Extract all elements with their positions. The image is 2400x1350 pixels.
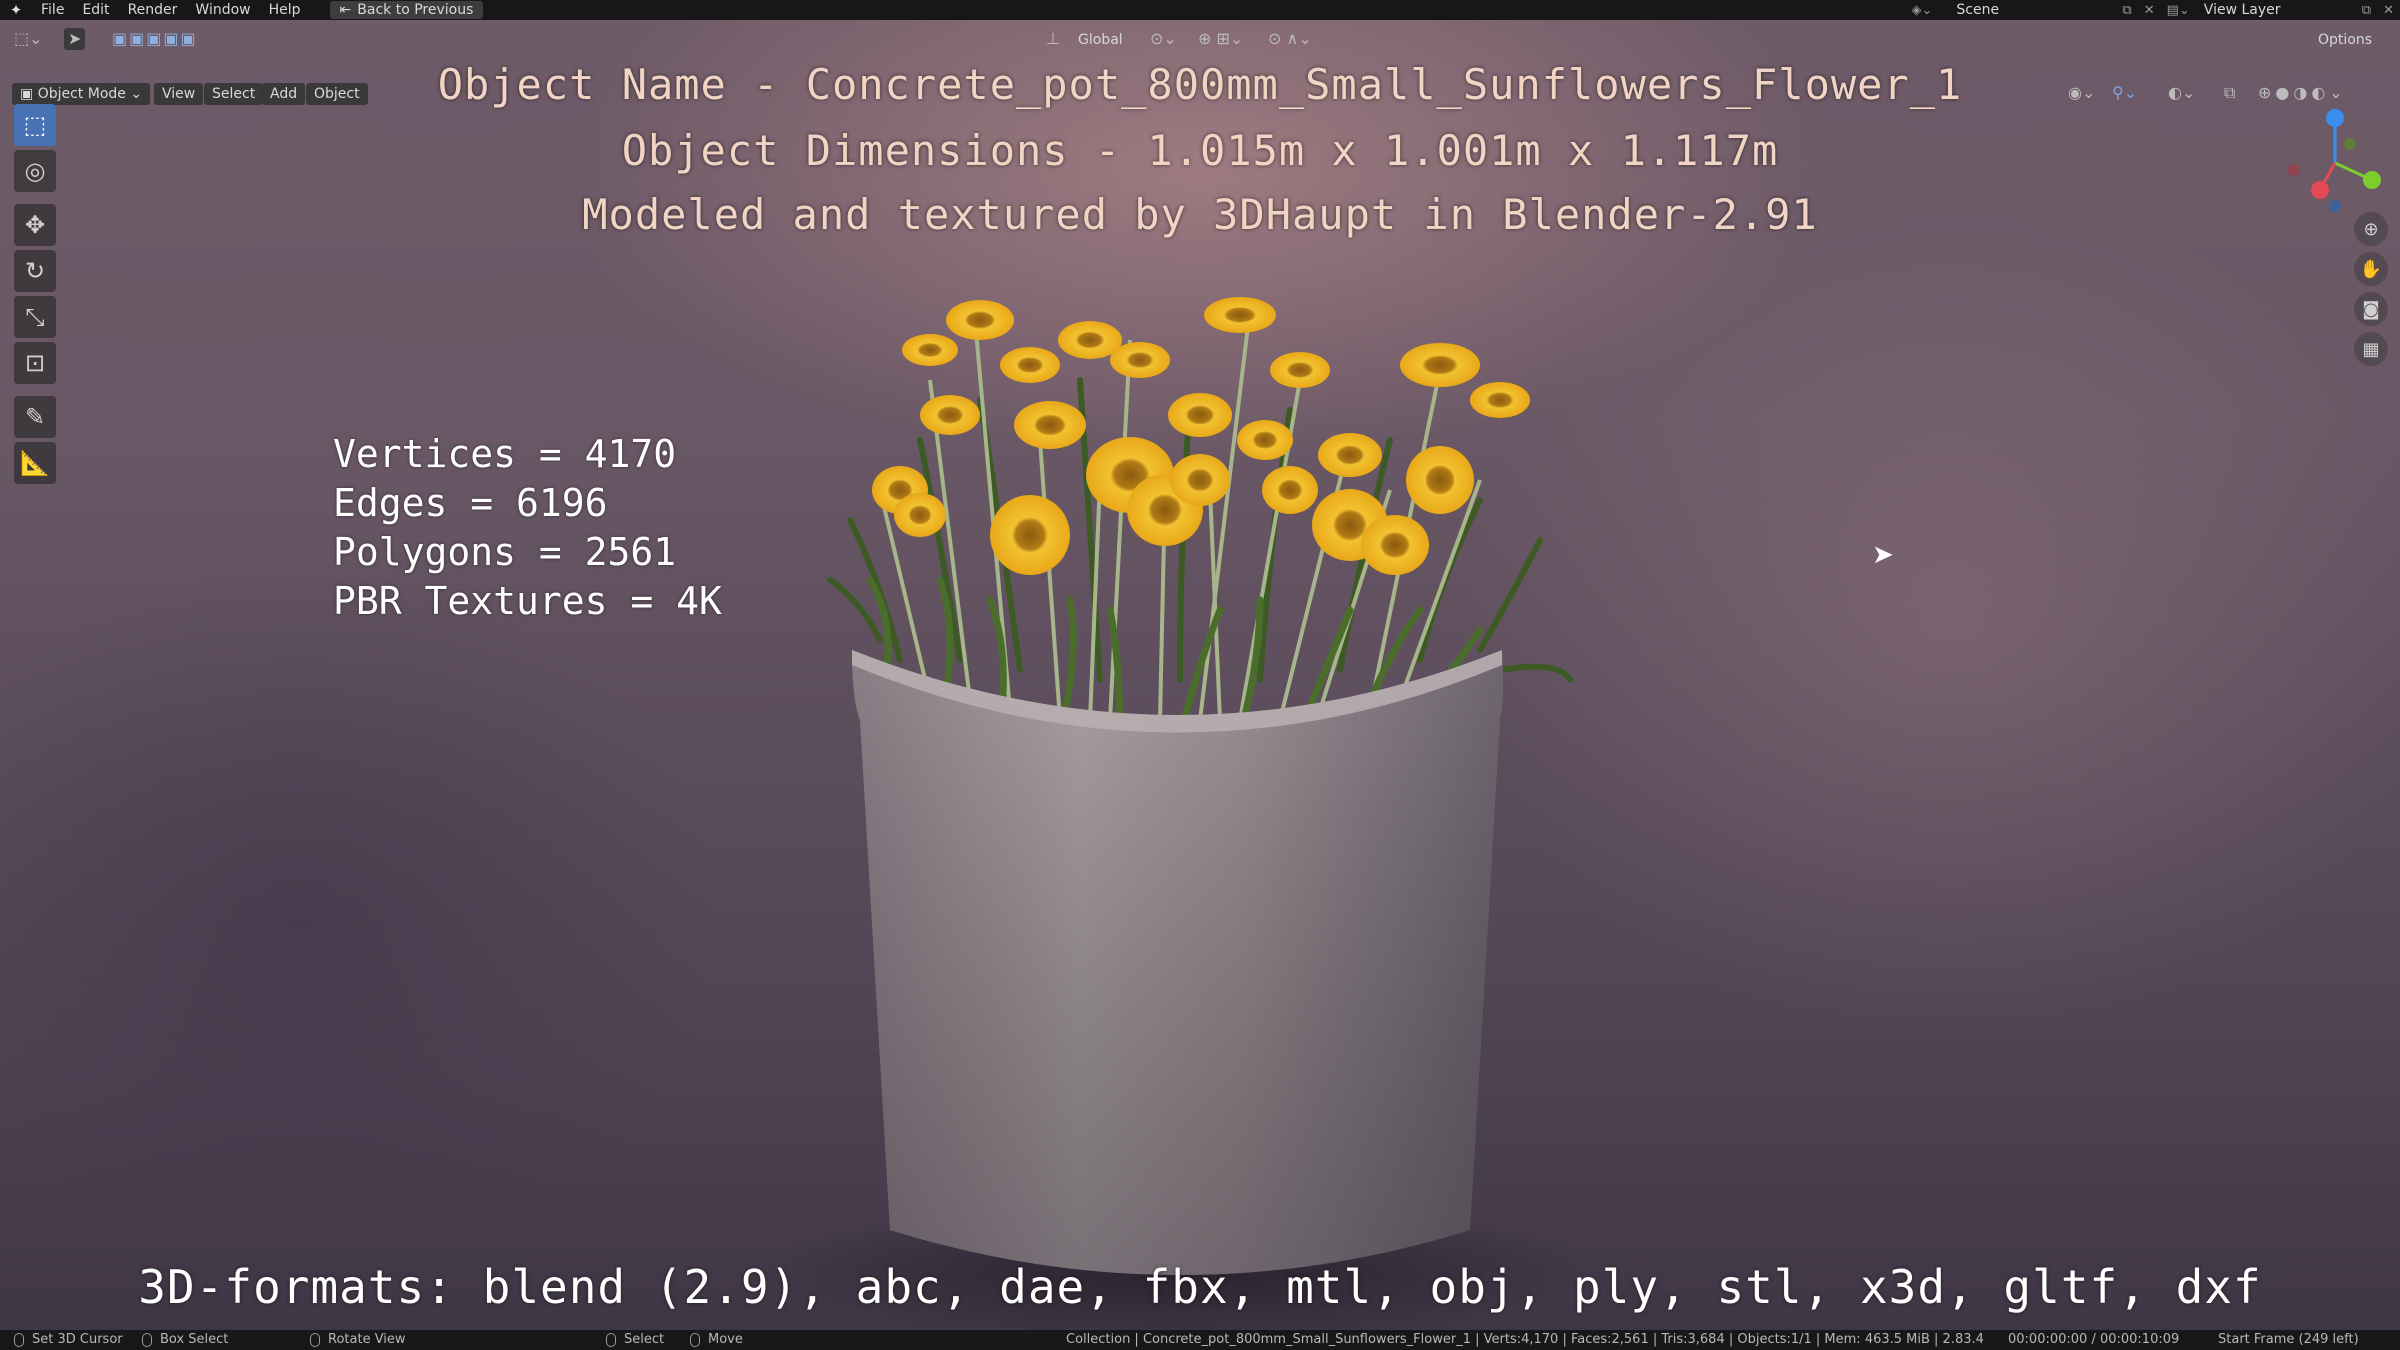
z-axis-handle[interactable] [2326, 109, 2344, 127]
mouse-right-icon [606, 1332, 616, 1347]
status-box-select: Box Select [142, 1330, 228, 1350]
polygons-stat: Polygons = 2561 [333, 530, 677, 574]
delete-view-layer-icon[interactable]: ✕ [2377, 3, 2400, 18]
camera-icon[interactable]: ◙ [2354, 292, 2388, 326]
mouse-pointer-icon: ➤ [1872, 540, 1894, 570]
new-scene-icon[interactable]: ⧉ [2116, 3, 2137, 18]
formats-text: 3D-formats: blend (2.9), abc, dae, fbx, … [138, 1260, 2262, 1314]
mouse-middle-icon [310, 1332, 320, 1347]
view-layer-field[interactable]: View Layer [2196, 2, 2356, 18]
view-layer-icon[interactable]: ▤⌄ [2161, 3, 2196, 18]
move-label: Move [708, 1332, 743, 1347]
new-view-layer-icon[interactable]: ⧉ [2356, 3, 2377, 18]
scene-icon[interactable]: ◈⌄ [1906, 3, 1939, 18]
playback-time: 00:00:00:00 / 00:00:10:09 [2008, 1332, 2180, 1347]
select-tool-icon[interactable]: ➤ [64, 28, 86, 50]
status-set-cursor: Set 3D Cursor [14, 1330, 123, 1350]
mouse-drag-icon [142, 1332, 152, 1347]
viewport-header: ⬚⌄ ➤ ▣▣▣▣▣ ⊥ Global ⊙⌄ ⊕ ⊞⌄ ⊙ ∧⌄ Options… [0, 20, 2400, 105]
textures-stat: PBR Textures = 4K [333, 579, 722, 623]
pot-shading [852, 650, 1504, 1275]
sunflower-heads [872, 297, 1530, 575]
grid-perspective-icon[interactable]: ▦ [2354, 332, 2388, 366]
pivot-icon[interactable]: ⊙⌄ [1150, 28, 1177, 50]
options-dropdown[interactable]: Options [2310, 29, 2380, 51]
proportional-edit-icon[interactable]: ⊙ ∧⌄ [1268, 28, 1312, 50]
measure-icon[interactable]: 📐 [14, 442, 56, 484]
scale-icon[interactable]: ⤡ [14, 296, 56, 338]
selection-mode-icons[interactable]: ▣▣▣▣▣ [112, 28, 198, 50]
top-menu-bar: ✦ File Edit Render Window Help ⇤ Back to… [0, 0, 2400, 20]
object-name-text: Object Name - Concrete_pot_800mm_Small_S… [437, 60, 1963, 109]
mouse-left-icon [14, 1332, 24, 1347]
3d-viewport[interactable]: ⬚⌄ ➤ ▣▣▣▣▣ ⊥ Global ⊙⌄ ⊕ ⊞⌄ ⊙ ∧⌄ Options… [0, 20, 2400, 1330]
status-rotate-view: Rotate View [310, 1330, 406, 1350]
orientation-icon[interactable]: ⊥ [1046, 28, 1060, 50]
pan-hand-icon[interactable]: ✋ [2354, 252, 2388, 286]
annotate-icon[interactable]: ✎ [14, 396, 56, 438]
start-frame-info: Start Frame (249 left) [2218, 1332, 2359, 1347]
mouse-right-drag-icon [690, 1332, 700, 1347]
editor-type-icon[interactable]: ⬚⌄ [14, 28, 43, 50]
menu-render[interactable]: Render [119, 0, 187, 20]
status-select: Select [606, 1330, 664, 1350]
menu-window[interactable]: Window [186, 0, 259, 20]
menu-edit[interactable]: Edit [73, 0, 118, 20]
select-label: Select [624, 1332, 665, 1347]
vertices-stat: Vertices = 4170 [333, 432, 677, 476]
back-icon: ⇤ [339, 2, 352, 18]
credit-text: Modeled and textured by 3DHaupt in Blend… [582, 190, 1818, 239]
snap-icon[interactable]: ⊕ ⊞⌄ [1198, 28, 1243, 50]
transform-icon[interactable]: ⊡ [14, 342, 56, 384]
back-to-previous-button[interactable]: ⇤ Back to Previous [329, 1, 484, 19]
delete-scene-icon[interactable]: ✕ [2138, 3, 2161, 18]
menu-file[interactable]: File [32, 0, 73, 20]
status-move: Move [690, 1330, 743, 1350]
blender-logo-icon[interactable]: ✦ [0, 0, 32, 20]
set-cursor-label: Set 3D Cursor [32, 1332, 123, 1347]
menu-help[interactable]: Help [260, 0, 310, 20]
edges-stat: Edges = 6196 [333, 481, 608, 525]
status-bar: Set 3D Cursor Box Select Rotate View Sel… [0, 1330, 2400, 1350]
back-to-previous-label: Back to Previous [357, 2, 474, 18]
box-select-label: Box Select [160, 1332, 229, 1347]
orientation-dropdown[interactable]: Global [1070, 29, 1131, 51]
scene-statistics: Collection | Concrete_pot_800mm_Small_Su… [1066, 1332, 1984, 1347]
rotate-icon[interactable]: ↻ [14, 250, 56, 292]
workspace-selectors: ◈⌄ Scene ⧉ ✕ ▤⌄ View Layer ⧉ ✕ [1906, 0, 2400, 20]
mesh-stats: Vertices = 4170 Edges = 6196 Polygons = … [333, 430, 722, 626]
rotate-view-label: Rotate View [328, 1332, 406, 1347]
object-dimensions-text: Object Dimensions - 1.015m x 1.001m x 1.… [621, 126, 1779, 175]
scene-field[interactable]: Scene [1946, 1, 2116, 19]
